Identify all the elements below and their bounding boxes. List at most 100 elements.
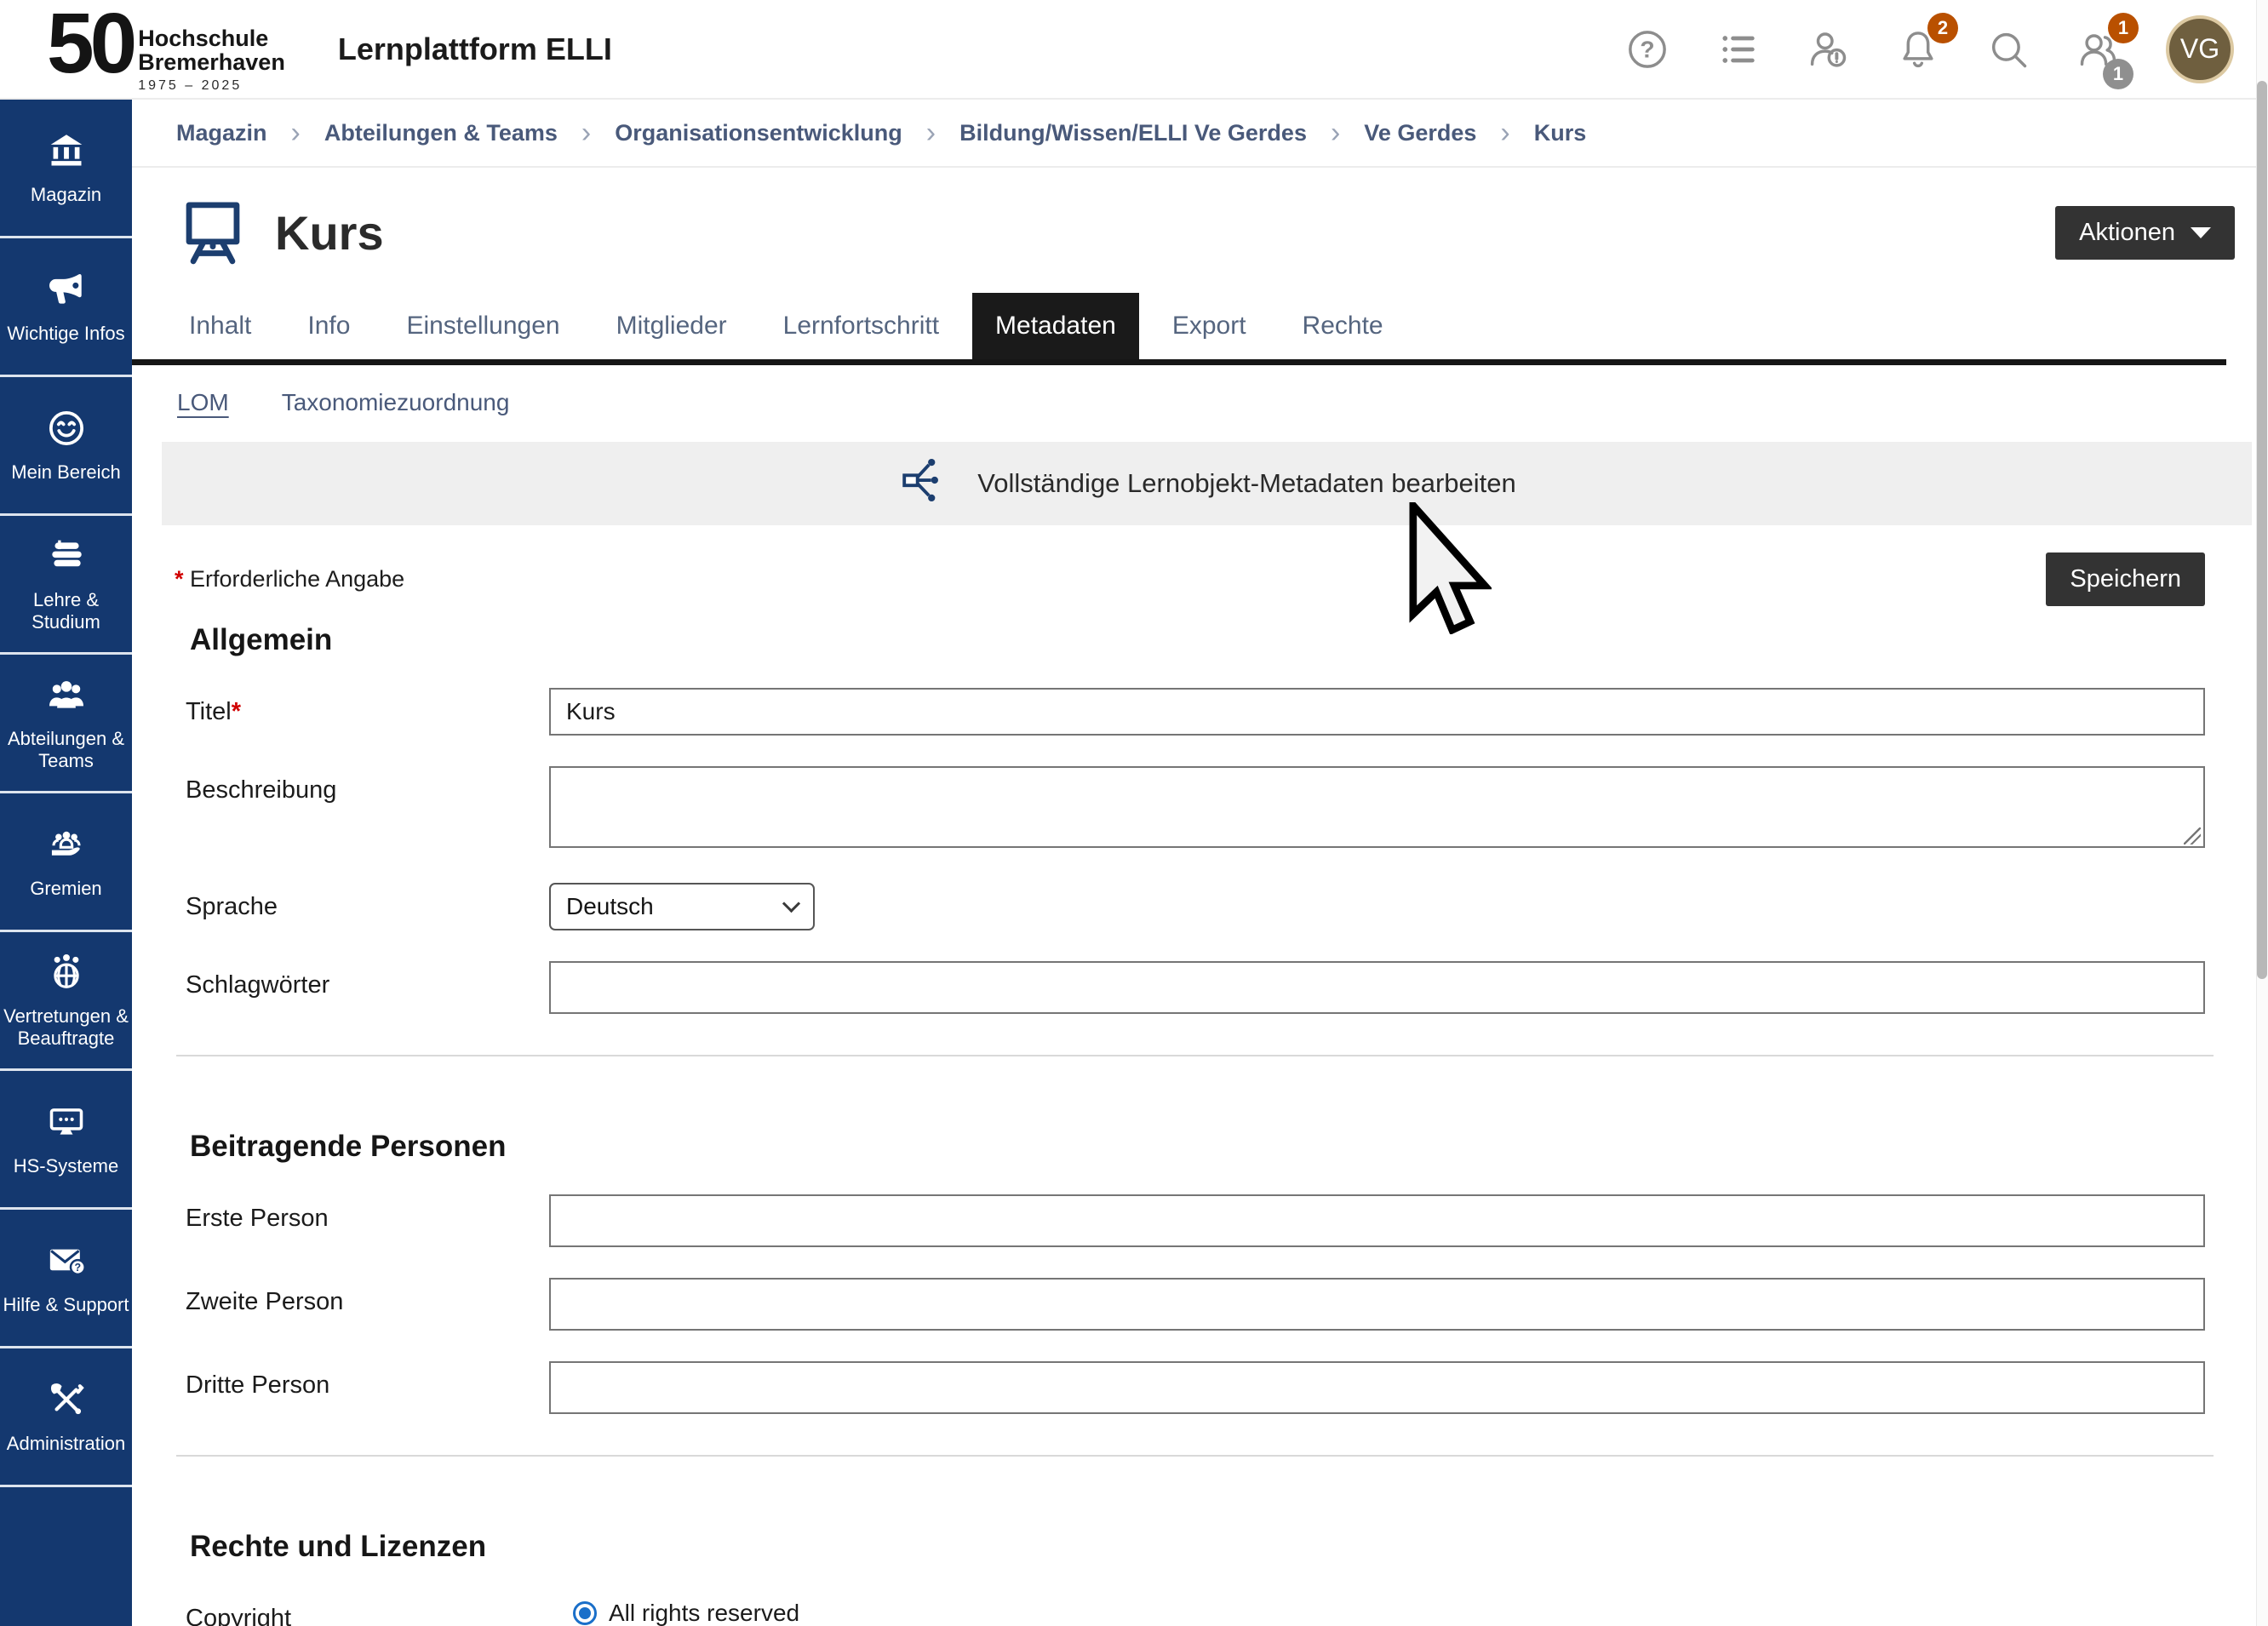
actions-button[interactable]: Aktionen (2055, 206, 2235, 260)
edit-full-metadata-label: Vollständige Lernobjekt-Metadaten bearbe… (977, 468, 1516, 499)
logo-50: 50 (47, 4, 133, 83)
tab-mitglieder[interactable]: Mitglieder (593, 293, 750, 359)
form-row-schlagwoerter: Schlagwörter (132, 961, 2256, 1014)
sidebar-item-hs-systeme[interactable]: HS-Systeme (0, 1071, 132, 1210)
logo-years: 1975 – 2025 (138, 78, 285, 94)
top-header-bar: 50 Hochschule Bremerhaven 1975 – 2025 Le… (0, 0, 2268, 100)
breadcrumb-link[interactable]: Magazin (176, 120, 267, 146)
sidebar-item-abteilungen-teams[interactable]: Abteilungen & Teams (0, 655, 132, 793)
logo-name-line1: Hochschule (138, 26, 285, 50)
tab-bar: Inhalt Info Einstellungen Mitglieder Ler… (132, 288, 2226, 365)
app-title: Lernplattform ELLI (338, 31, 612, 67)
sidebar-item-hilfe-support[interactable]: ? Hilfe & Support (0, 1210, 132, 1348)
field-label: Schlagwörter (186, 961, 549, 999)
breadcrumb: Magazin › Abteilungen & Teams › Organisa… (132, 100, 2256, 168)
schlagwoerter-input[interactable] (549, 961, 2205, 1014)
people-group-icon (45, 673, 88, 720)
hub-icon (897, 454, 954, 513)
page-title: Kurs (275, 205, 384, 261)
tab-export[interactable]: Export (1149, 293, 1269, 359)
committee-icon (45, 823, 88, 870)
main-content: Magazin › Abteilungen & Teams › Organisa… (132, 100, 2256, 1626)
beschreibung-textarea[interactable] (549, 766, 2205, 848)
tab-inhalt[interactable]: Inhalt (166, 293, 274, 359)
logo-name-line2: Bremerhaven (138, 50, 285, 74)
mail-question-icon: ? (45, 1240, 88, 1286)
tab-einstellungen[interactable]: Einstellungen (383, 293, 582, 359)
radio-label: All rights reserved (609, 1600, 799, 1626)
save-button[interactable]: Speichern (2046, 552, 2205, 606)
copyright-radio-group: All rights reserved (549, 1595, 2205, 1626)
tab-rechte[interactable]: Rechte (1280, 293, 1406, 359)
svg-text:?: ? (74, 1262, 81, 1274)
notification-badge: 2 (1927, 13, 1958, 43)
form-row-erste-person: Erste Person (132, 1194, 2256, 1247)
chevron-right-icon: › (1500, 117, 1509, 150)
sidebar-item-lehre-studium[interactable]: Lehre & Studium (0, 516, 132, 655)
form-row-dritte-person: Dritte Person (132, 1361, 2256, 1414)
tab-metadaten[interactable]: Metadaten (972, 293, 1139, 359)
breadcrumb-link[interactable]: Ve Gerdes (1364, 120, 1476, 146)
required-note: * Erforderliche Angabe (175, 566, 404, 593)
sprache-select-value: Deutsch (566, 893, 654, 920)
bank-icon (45, 129, 88, 176)
subtab-taxonomiezuordnung[interactable]: Taxonomiezuordnung (282, 389, 510, 416)
field-label: Titel* (186, 688, 549, 726)
chevron-right-icon: › (1331, 117, 1340, 150)
sidebar-item-wichtige-infos[interactable]: Wichtige Infos (0, 238, 132, 377)
sidebar-item-administration[interactable]: Administration (0, 1348, 132, 1487)
form-row-sprache: Sprache Deutsch (132, 883, 2256, 930)
list-icon[interactable] (1715, 26, 1761, 72)
field-label: Dritte Person (186, 1361, 549, 1400)
help-icon[interactable]: ? (1624, 26, 1670, 72)
bell-icon[interactable]: 2 (1895, 26, 1941, 72)
search-icon[interactable] (1985, 26, 2031, 72)
user-status-icon[interactable] (1805, 26, 1851, 72)
chevron-right-icon: › (581, 117, 591, 150)
radio-selected[interactable] (573, 1601, 597, 1625)
chevron-down-icon (782, 894, 800, 912)
svg-text:?: ? (1640, 36, 1654, 62)
tab-info[interactable]: Info (284, 293, 373, 359)
contacts-icon[interactable]: 1 1 (2076, 26, 2122, 72)
tools-icon (45, 1378, 88, 1425)
form-row-zweite-person: Zweite Person (132, 1278, 2256, 1331)
field-label: Copyright (186, 1595, 549, 1626)
sidebar-item-gremien[interactable]: Gremien (0, 793, 132, 932)
avatar[interactable]: VG (2166, 15, 2234, 83)
section-title-allgemein: Allgemein (190, 623, 2256, 657)
scrollbar-thumb[interactable] (2257, 81, 2267, 979)
breadcrumb-link[interactable]: Abteilungen & Teams (324, 120, 558, 146)
subtab-lom[interactable]: LOM (177, 389, 229, 416)
tab-lernfortschritt[interactable]: Lernfortschritt (760, 293, 962, 359)
sidebar-item-mein-bereich[interactable]: Mein Bereich (0, 377, 132, 516)
field-label: Erste Person (186, 1194, 549, 1233)
megaphone-icon (45, 268, 88, 315)
required-asterisk: * (232, 698, 241, 725)
required-asterisk: * (175, 566, 184, 592)
erste-person-input[interactable] (549, 1194, 2205, 1247)
dritte-person-input[interactable] (549, 1361, 2205, 1414)
section-title-beitragende: Beitragende Personen (190, 1130, 2256, 1164)
breadcrumb-current[interactable]: Kurs (1534, 120, 1587, 146)
breadcrumb-link[interactable]: Organisationsentwicklung (615, 120, 902, 146)
section-title-rechte-lizenzen: Rechte und Lizenzen (190, 1530, 2256, 1564)
contacts-badge-new: 1 (2108, 13, 2139, 43)
globe-people-icon (45, 951, 88, 998)
chevron-right-icon: › (291, 117, 301, 150)
sidebar-item-vertretungen-beauftragte[interactable]: Vertretungen & Beauftragte (0, 932, 132, 1071)
page-title-row: Kurs Aktionen (132, 168, 2256, 288)
books-icon (45, 535, 88, 581)
sidebar-item-magazin[interactable]: Magazin (0, 100, 132, 238)
sprache-select[interactable]: Deutsch (549, 883, 815, 930)
section-divider (176, 1455, 2214, 1457)
titel-input[interactable] (549, 688, 2205, 736)
university-logo[interactable]: 50 Hochschule Bremerhaven 1975 – 2025 (47, 4, 285, 94)
edit-full-metadata-link[interactable]: Vollständige Lernobjekt-Metadaten bearbe… (162, 442, 2252, 525)
scrollbar-track (2256, 0, 2268, 1626)
header-icon-group: ? 2 1 1 VG (1624, 15, 2234, 83)
field-label: Sprache (186, 883, 549, 921)
caret-down-icon (2191, 227, 2211, 238)
zweite-person-input[interactable] (549, 1278, 2205, 1331)
breadcrumb-link[interactable]: Bildung/Wissen/ELLI Ve Gerdes (959, 120, 1307, 146)
